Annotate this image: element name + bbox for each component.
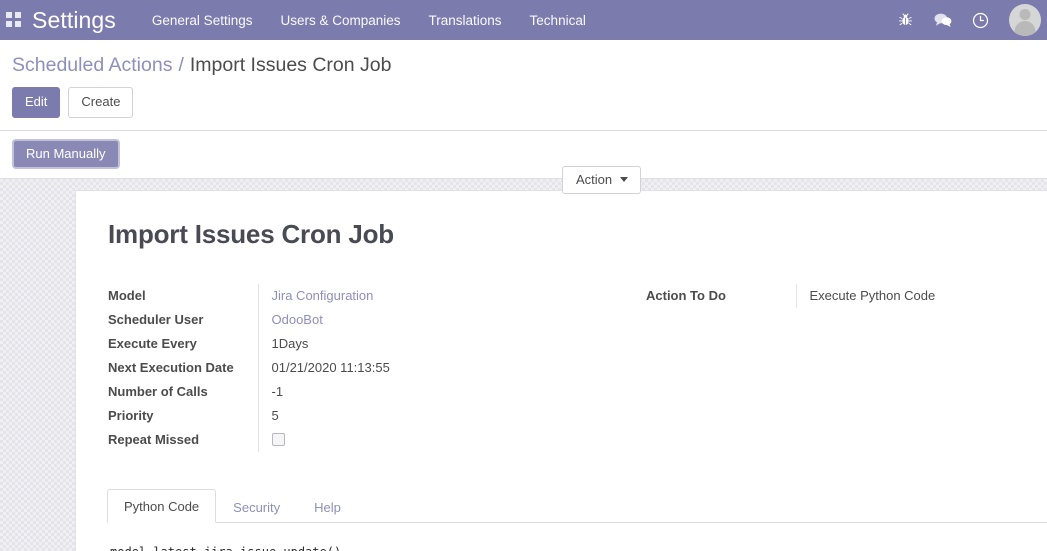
avatar-head: [1020, 9, 1031, 20]
control-panel: Scheduled Actions / Import Issues Cron J…: [0, 40, 1047, 179]
field-row-execute-every: Execute Every 1Days: [108, 332, 390, 356]
field-label-priority: Priority: [108, 404, 258, 428]
field-label-next-execution-date: Next Execution Date: [108, 356, 258, 380]
activities-clock-icon[interactable]: [972, 12, 989, 29]
messages-icon[interactable]: [933, 12, 952, 28]
page-title: Import Issues Cron Job: [108, 219, 1047, 250]
menu-item-technical[interactable]: Technical: [530, 13, 586, 28]
action-dropdown-wrap: Action: [562, 166, 641, 194]
form-column-right: Action To Do Execute Python Code: [646, 284, 1046, 452]
field-row-action-to-do: Action To Do Execute Python Code: [646, 284, 935, 308]
breadcrumb: Scheduled Actions / Import Issues Cron J…: [0, 40, 1047, 77]
field-label-action-to-do: Action To Do: [646, 284, 796, 308]
action-dropdown-label: Action: [576, 172, 612, 187]
field-row-priority: Priority 5: [108, 404, 390, 428]
bug-icon[interactable]: [898, 12, 913, 28]
create-button[interactable]: Create: [68, 87, 133, 118]
breadcrumb-item-current: Import Issues Cron Job: [190, 54, 392, 77]
run-manually-button[interactable]: Run Manually: [12, 139, 120, 170]
field-value-next-execution-date: 01/21/2020 11:13:55: [258, 356, 390, 380]
field-row-number-of-calls: Number of Calls -1: [108, 380, 390, 404]
field-label-execute-every: Execute Every: [108, 332, 258, 356]
top-navbar: Settings General Settings Users & Compan…: [0, 0, 1047, 40]
tab-panel-python-code: model.latest_jira_issue_update(): [108, 523, 1047, 551]
notebook-tabs: Python Code Security Help: [107, 488, 1047, 523]
breadcrumb-item-scheduled-actions[interactable]: Scheduled Actions: [12, 54, 172, 77]
field-value-repeat-missed: [258, 428, 390, 452]
content-background: Import Issues Cron Job Model Jira Config…: [0, 179, 1047, 551]
field-label-scheduler-user: Scheduler User: [108, 308, 258, 332]
field-row-repeat-missed: Repeat Missed: [108, 428, 390, 452]
edit-button[interactable]: Edit: [12, 87, 60, 118]
form-sheet: Import Issues Cron Job Model Jira Config…: [75, 190, 1047, 551]
field-row-model: Model Jira Configuration: [108, 284, 390, 308]
python-code-field[interactable]: model.latest_jira_issue_update(): [110, 545, 1047, 551]
avatar-body: [1015, 21, 1036, 36]
field-value-model[interactable]: Jira Configuration: [258, 284, 390, 308]
app-brand-title[interactable]: Settings: [32, 7, 116, 34]
tab-python-code[interactable]: Python Code: [107, 489, 216, 523]
notebook: Python Code Security Help model.latest_j…: [108, 488, 1047, 551]
field-value-scheduler-user[interactable]: OdooBot: [258, 308, 390, 332]
field-label-number-of-calls: Number of Calls: [108, 380, 258, 404]
tab-help[interactable]: Help: [297, 490, 358, 523]
menu-item-general-settings[interactable]: General Settings: [152, 13, 253, 28]
field-row-scheduler-user: Scheduler User OdooBot: [108, 308, 390, 332]
field-value-priority: 5: [258, 404, 390, 428]
field-value-execute-every: 1Days: [258, 332, 390, 356]
apps-menu-icon[interactable]: [6, 12, 22, 28]
menu-item-users-companies[interactable]: Users & Companies: [280, 13, 400, 28]
field-row-next-execution-date: Next Execution Date 01/21/2020 11:13:55: [108, 356, 390, 380]
breadcrumb-separator: /: [178, 54, 183, 77]
form-statusbar: Run Manually: [0, 131, 1047, 180]
field-label-model: Model: [108, 284, 258, 308]
action-dropdown-button[interactable]: Action: [562, 166, 641, 194]
field-value-number-of-calls: -1: [258, 380, 390, 404]
form-column-left: Model Jira Configuration Scheduler User …: [108, 284, 646, 452]
chevron-down-icon: [620, 177, 628, 182]
control-panel-buttons: Edit Create Action: [0, 77, 1047, 130]
user-avatar[interactable]: [1009, 4, 1041, 36]
form-fields-left: Model Jira Configuration Scheduler User …: [108, 284, 390, 452]
systray: [898, 0, 1041, 40]
tab-security[interactable]: Security: [216, 490, 297, 523]
menu-item-translations[interactable]: Translations: [429, 13, 502, 28]
field-value-action-to-do: Execute Python Code: [796, 284, 935, 308]
form-fields-right: Action To Do Execute Python Code: [646, 284, 935, 308]
field-label-repeat-missed: Repeat Missed: [108, 428, 258, 452]
repeat-missed-checkbox[interactable]: [272, 433, 285, 446]
form-columns: Model Jira Configuration Scheduler User …: [108, 284, 1047, 452]
main-menu: General Settings Users & Companies Trans…: [152, 13, 586, 28]
